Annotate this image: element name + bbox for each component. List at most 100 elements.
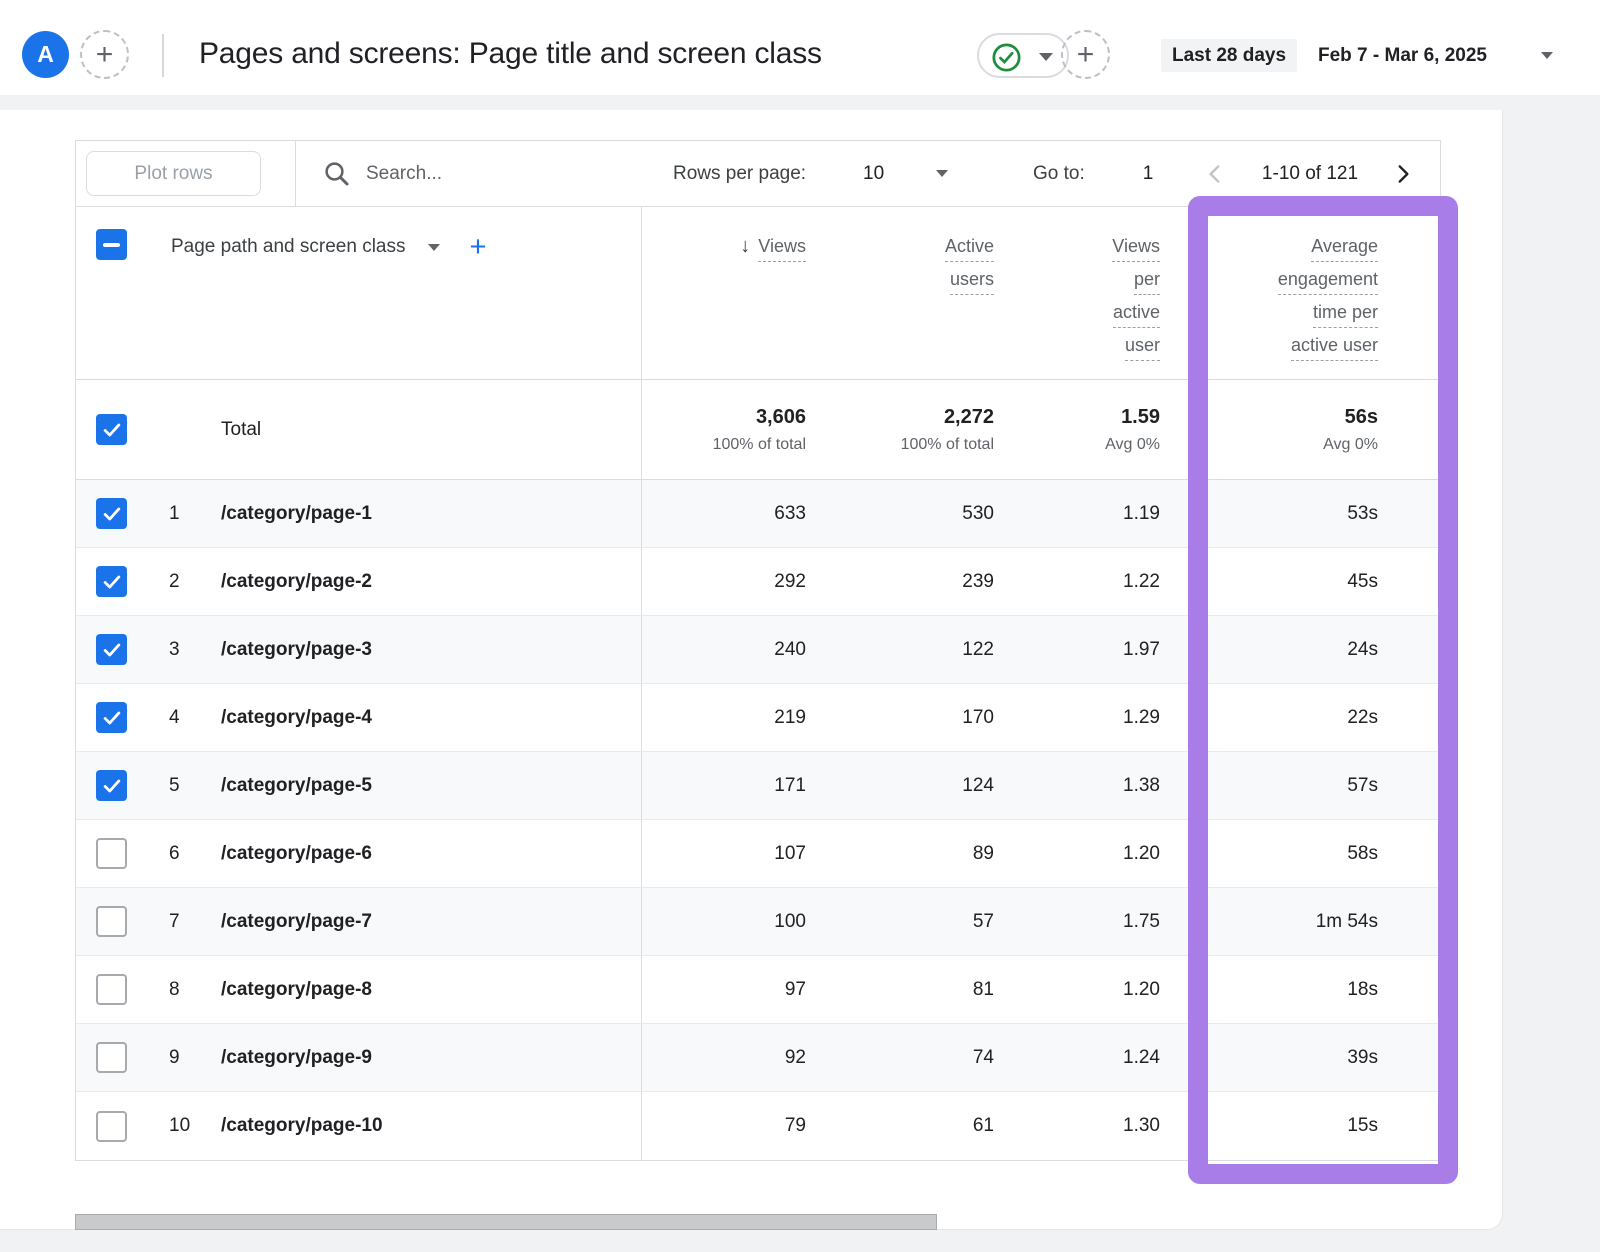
row-checkbox[interactable]	[96, 1042, 127, 1073]
select-all-checkbox[interactable]	[96, 229, 127, 260]
horizontal-scrollbar-thumb[interactable]	[75, 1214, 937, 1230]
row-checkbox[interactable]	[96, 702, 127, 733]
cell-views: 79	[641, 1092, 806, 1160]
row-checkbox[interactable]	[96, 566, 127, 597]
report-status-control[interactable]	[977, 33, 1069, 78]
row-checkbox[interactable]	[96, 974, 127, 1005]
cell-active_users: 170	[806, 684, 994, 751]
chevron-down-icon[interactable]	[428, 244, 440, 251]
total-avg-engagement-sub: Avg 0%	[1323, 436, 1378, 454]
total-active-users: 2,272	[944, 406, 994, 429]
row-checkbox[interactable]	[96, 634, 127, 665]
plus-icon: +	[1077, 40, 1095, 70]
row-index: 7	[161, 888, 211, 955]
date-range-chip[interactable]: Last 28 days	[1161, 39, 1297, 72]
cell-views: 171	[641, 752, 806, 819]
row-checkbox[interactable]	[96, 906, 127, 937]
column-header-views[interactable]: ↓Views	[641, 207, 806, 379]
row-index: 10	[161, 1092, 211, 1160]
page-path: /category/page-4	[211, 684, 641, 751]
cell-avg_engagement_time: 22s	[1160, 684, 1440, 751]
chevron-down-icon[interactable]	[1541, 52, 1553, 59]
cell-views_per_active_user: 1.22	[994, 548, 1160, 615]
row-checkbox[interactable]	[96, 838, 127, 869]
data-table: Plot rows Rows per page: 10 Go to: 1-10 …	[75, 140, 1441, 1161]
cell-active_users: 239	[806, 548, 994, 615]
totals-row: Total 3,606 100% of total 2,272 100% of …	[76, 380, 1440, 480]
rows-per-page-value[interactable]: 10	[863, 163, 884, 185]
cell-views_per_active_user: 1.20	[994, 956, 1160, 1023]
table-row: 7/category/page-7100571.751m 54s	[76, 888, 1440, 956]
column-header-text: time per	[1313, 302, 1378, 328]
cell-active_users: 61	[806, 1092, 994, 1160]
cell-views: 92	[641, 1024, 806, 1091]
add-dimension-button[interactable]: +	[470, 233, 487, 262]
cell-views: 219	[641, 684, 806, 751]
search-input[interactable]	[366, 154, 616, 194]
cell-active_users: 89	[806, 820, 994, 887]
cell-views: 107	[641, 820, 806, 887]
cell-avg_engagement_time: 1m 54s	[1160, 888, 1440, 955]
table-body: 1/category/page-16335301.1953s2/category…	[76, 480, 1440, 1160]
row-checkbox[interactable]	[96, 414, 127, 445]
previous-page-icon[interactable]	[1202, 161, 1228, 187]
avatar[interactable]: A	[22, 31, 69, 78]
check-icon	[101, 571, 123, 593]
page-path: /category/page-1	[211, 480, 641, 547]
app-bar: A + Pages and screens: Page title and sc…	[0, 0, 1600, 95]
go-to-page-input[interactable]	[1118, 155, 1178, 193]
column-header-text: engagement	[1278, 269, 1378, 295]
row-index: 4	[161, 684, 211, 751]
table-row: 5/category/page-51711241.3857s	[76, 752, 1440, 820]
check-icon	[101, 503, 123, 525]
cell-avg_engagement_time: 45s	[1160, 548, 1440, 615]
row-index: 9	[161, 1024, 211, 1091]
totals-active-users-cell: 2,272 100% of total	[806, 380, 994, 479]
row-index: 6	[161, 820, 211, 887]
row-checkbox[interactable]	[96, 770, 127, 801]
table-row: 4/category/page-42191701.2922s	[76, 684, 1440, 752]
dimension-header-label[interactable]: Page path and screen class	[171, 236, 406, 258]
cell-views_per_active_user: 1.20	[994, 820, 1160, 887]
total-views-sub: 100% of total	[713, 436, 806, 454]
cell-avg_engagement_time: 15s	[1160, 1092, 1440, 1160]
cell-views_per_active_user: 1.75	[994, 888, 1160, 955]
sort-descending-icon: ↓	[740, 236, 750, 256]
chevron-down-icon	[1039, 53, 1053, 61]
row-index: 8	[161, 956, 211, 1023]
chevron-down-icon[interactable]	[936, 170, 948, 177]
column-header-avg_engagement_time[interactable]: Averageengagementtime peractive user	[1160, 207, 1440, 379]
add-comparison-button[interactable]: +	[80, 30, 129, 79]
total-views-per-active-user: 1.59	[1121, 406, 1160, 429]
column-header-text: Average	[1311, 236, 1378, 262]
cell-views: 292	[641, 548, 806, 615]
row-checkbox[interactable]	[96, 498, 127, 529]
add-report-button[interactable]: +	[1061, 30, 1110, 79]
column-header-views_per_active_user[interactable]: Viewsperactiveuser	[994, 207, 1160, 379]
table-row: 6/category/page-6107891.2058s	[76, 820, 1440, 888]
indeterminate-icon	[103, 243, 120, 247]
next-page-icon[interactable]	[1390, 161, 1416, 187]
row-index: 1	[161, 480, 211, 547]
go-to-label: Go to:	[1033, 163, 1085, 185]
cell-views: 97	[641, 956, 806, 1023]
dimension-header-cell: Page path and screen class +	[161, 207, 641, 379]
plot-rows-button[interactable]: Plot rows	[86, 151, 261, 196]
divider	[162, 34, 164, 77]
cell-active_users: 81	[806, 956, 994, 1023]
date-range-value[interactable]: Feb 7 - Mar 6, 2025	[1318, 45, 1487, 67]
row-checkbox[interactable]	[96, 1111, 127, 1142]
cell-active_users: 124	[806, 752, 994, 819]
plus-icon: +	[96, 40, 114, 70]
column-header-text: active	[1113, 302, 1160, 328]
check-icon	[101, 639, 123, 661]
cell-views_per_active_user: 1.30	[994, 1092, 1160, 1160]
totals-views-cell: 3,606 100% of total	[641, 380, 806, 479]
cell-views: 633	[641, 480, 806, 547]
totals-avg-engagement-cell: 56s Avg 0%	[1160, 380, 1440, 479]
cell-avg_engagement_time: 39s	[1160, 1024, 1440, 1091]
cell-views_per_active_user: 1.29	[994, 684, 1160, 751]
page-path: /category/page-7	[211, 888, 641, 955]
column-header-active_users[interactable]: Activeusers	[806, 207, 994, 379]
cell-views_per_active_user: 1.97	[994, 616, 1160, 683]
